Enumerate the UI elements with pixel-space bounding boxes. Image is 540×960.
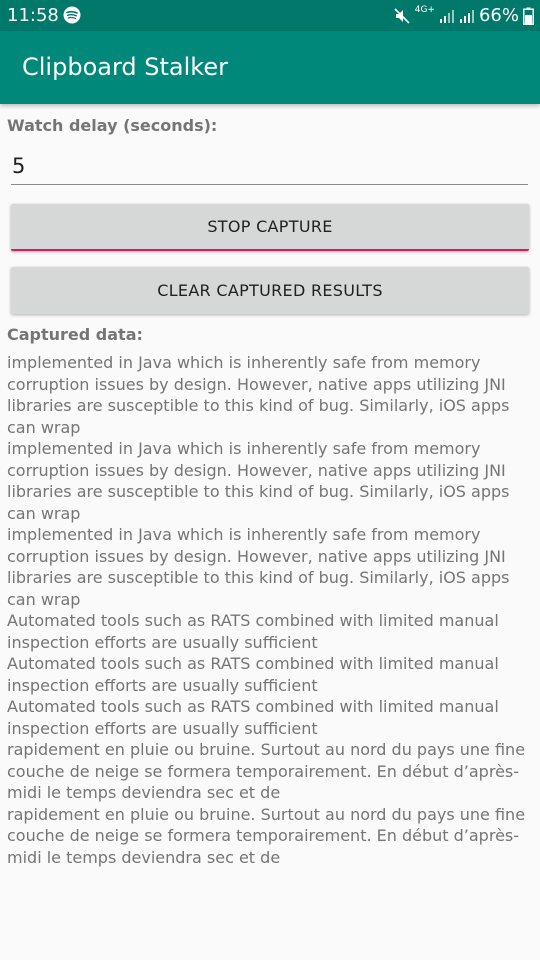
signal-icon-1: [439, 9, 454, 23]
stop-capture-button[interactable]: STOP CAPTURE: [11, 204, 529, 251]
clear-captured-results-button[interactable]: CLEAR CAPTURED RESULTS: [11, 267, 529, 314]
watch-delay-input[interactable]: [11, 148, 528, 185]
mute-icon: [394, 7, 410, 24]
spotify-icon: [63, 6, 81, 24]
battery-percent: 66%: [478, 5, 519, 26]
signal-icon-2: [459, 9, 474, 23]
status-time: 11:58: [7, 5, 59, 26]
captured-data-label: Captured data:: [7, 325, 143, 344]
watch-delay-label: Watch delay (seconds):: [7, 116, 218, 135]
status-bar: 11:58 4G+ 66%: [0, 0, 540, 31]
status-right-group: 4G+ 66%: [393, 5, 534, 26]
captured-text: implemented in Java which is inherently …: [7, 353, 526, 867]
app-bar: Clipboard Stalker: [0, 31, 540, 104]
battery-icon: [523, 7, 534, 25]
network-type-label: 4G+: [414, 5, 435, 15]
app-title: Clipboard Stalker: [22, 53, 228, 81]
